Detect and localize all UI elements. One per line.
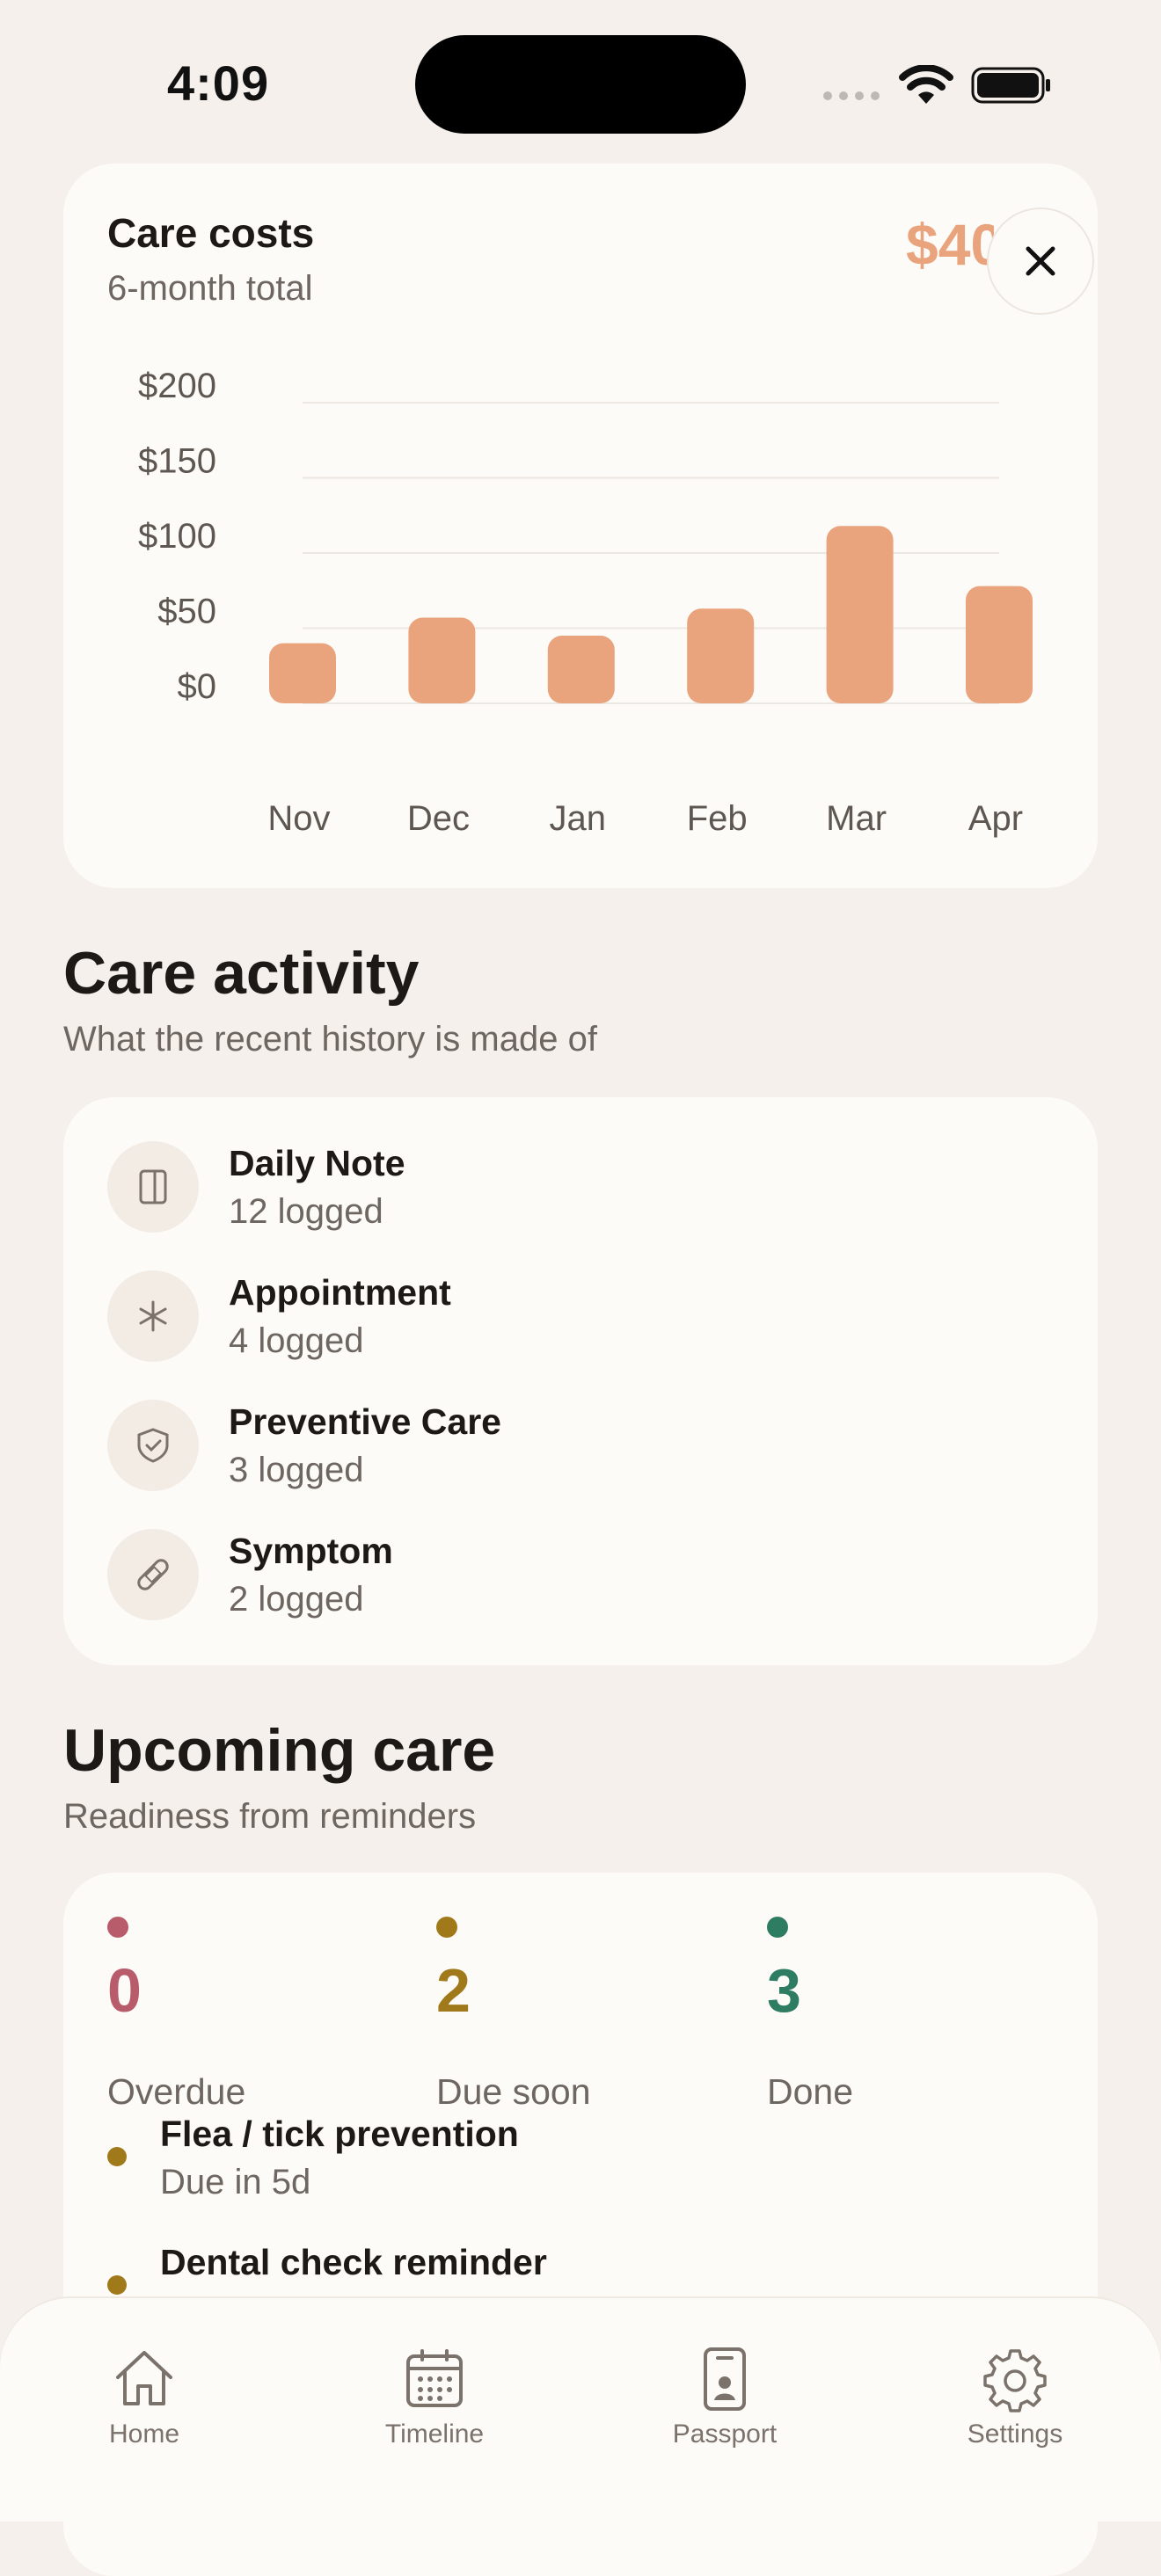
chart-bar-mar xyxy=(826,526,894,703)
x-tick-label: Mar xyxy=(826,799,887,838)
stat-value: 2 xyxy=(436,1956,471,2025)
calendar-icon xyxy=(406,2349,463,2407)
stat-value: 0 xyxy=(107,1956,142,2025)
cellular-signal-icon xyxy=(823,91,880,100)
activity-item-daily-note[interactable]: Daily Note 12 logged xyxy=(107,1141,1022,1233)
tab-timeline[interactable]: Timeline xyxy=(329,2346,540,2451)
care-costs-chart: $200 $150 $100 $50 $0 Nov Dec Jan Feb Mar Apr xyxy=(138,369,1033,838)
stat-label: Overdue xyxy=(107,2071,246,2112)
tab-settings[interactable]: Settings xyxy=(909,2346,1121,2451)
care-costs-title: Care costs xyxy=(107,210,315,256)
activity-item-count: 12 logged xyxy=(229,1192,383,1231)
stat-value: 3 xyxy=(767,1956,801,2025)
y-tick-label: $100 xyxy=(138,517,216,556)
reminder-title: Flea / tick prevention xyxy=(160,2114,519,2154)
activity-item-label: Preventive Care xyxy=(229,1401,501,1442)
tab-label: Passport xyxy=(672,2420,778,2449)
status-time: 4:09 xyxy=(167,55,270,111)
stat-label: Due soon xyxy=(436,2071,591,2112)
note-icon xyxy=(107,1141,199,1233)
wifi-icon xyxy=(899,65,953,104)
x-tick-label: Jan xyxy=(550,799,607,838)
activity-item-preventive-care[interactable]: Preventive Care 3 logged xyxy=(107,1400,1022,1491)
bandage-icon xyxy=(107,1529,199,1620)
status-dot xyxy=(107,1917,128,1938)
tab-label: Settings xyxy=(967,2420,1063,2449)
y-tick-label: $0 xyxy=(178,667,217,706)
care-costs-subtitle: 6-month total xyxy=(107,269,313,308)
y-tick-label: $150 xyxy=(138,442,216,481)
activity-item-count: 3 logged xyxy=(229,1451,364,1489)
reminder-title: Dental check reminder xyxy=(160,2242,547,2282)
status-dot xyxy=(767,1917,788,1938)
chart-bar-apr xyxy=(966,586,1033,703)
chart-bar-nov xyxy=(269,643,336,703)
chart-bar-jan xyxy=(547,636,615,703)
x-tick-label: Dec xyxy=(407,799,470,838)
chart-bar-dec xyxy=(408,617,476,703)
activity-item-appointment[interactable]: Appointment 4 logged xyxy=(107,1270,1022,1362)
activity-item-count: 4 logged xyxy=(229,1321,364,1360)
upcoming-care-subtitle: Readiness from reminders xyxy=(63,1797,477,1836)
status-dot xyxy=(436,1917,457,1938)
home-icon xyxy=(116,2351,172,2405)
tab-label: Home xyxy=(108,2420,180,2449)
close-icon xyxy=(1026,246,1055,276)
activity-item-label: Daily Note xyxy=(229,1143,405,1183)
tab-passport[interactable]: Passport xyxy=(619,2346,830,2451)
medical-star-icon xyxy=(107,1270,199,1362)
status-dot xyxy=(107,2147,127,2166)
activity-item-label: Symptom xyxy=(229,1531,393,1571)
care-activity-title: Care activity xyxy=(63,940,420,1007)
activity-item-count: 2 logged xyxy=(229,1580,364,1619)
stat-label: Done xyxy=(767,2071,854,2112)
activity-item-label: Appointment xyxy=(229,1272,451,1313)
reminder-due: Due in 5d xyxy=(160,2163,311,2201)
tab-label: Timeline xyxy=(384,2420,485,2449)
upcoming-care-title: Upcoming care xyxy=(63,1717,496,1784)
x-tick-label: Feb xyxy=(687,799,748,838)
activity-item-symptom[interactable]: Symptom 2 logged xyxy=(107,1529,1022,1620)
reminder-item[interactable]: Flea / tick prevention Due in 5d xyxy=(107,2114,1022,2210)
y-tick-label: $50 xyxy=(157,593,216,631)
passport-icon xyxy=(704,2347,746,2411)
battery-icon xyxy=(971,67,1050,104)
care-activity-subtitle: What the recent history is made of xyxy=(63,1020,597,1059)
chart-bar-feb xyxy=(687,608,755,703)
tab-home[interactable]: Home xyxy=(39,2346,250,2451)
dynamic-island xyxy=(415,35,746,134)
stat-overdue[interactable]: 0 Overdue xyxy=(107,1917,371,2128)
close-button[interactable] xyxy=(987,207,1094,315)
status-dot xyxy=(107,2275,127,2295)
gear-icon xyxy=(983,2349,1047,2412)
shield-check-icon xyxy=(107,1400,199,1491)
x-tick-label: Nov xyxy=(267,799,330,838)
y-tick-label: $200 xyxy=(138,369,216,405)
stat-due-soon[interactable]: 2 Due soon xyxy=(436,1917,700,2128)
care-costs-total: $40 xyxy=(906,212,994,277)
x-tick-label: Apr xyxy=(968,799,1023,838)
stat-done[interactable]: 3 Done xyxy=(767,1917,1031,2128)
